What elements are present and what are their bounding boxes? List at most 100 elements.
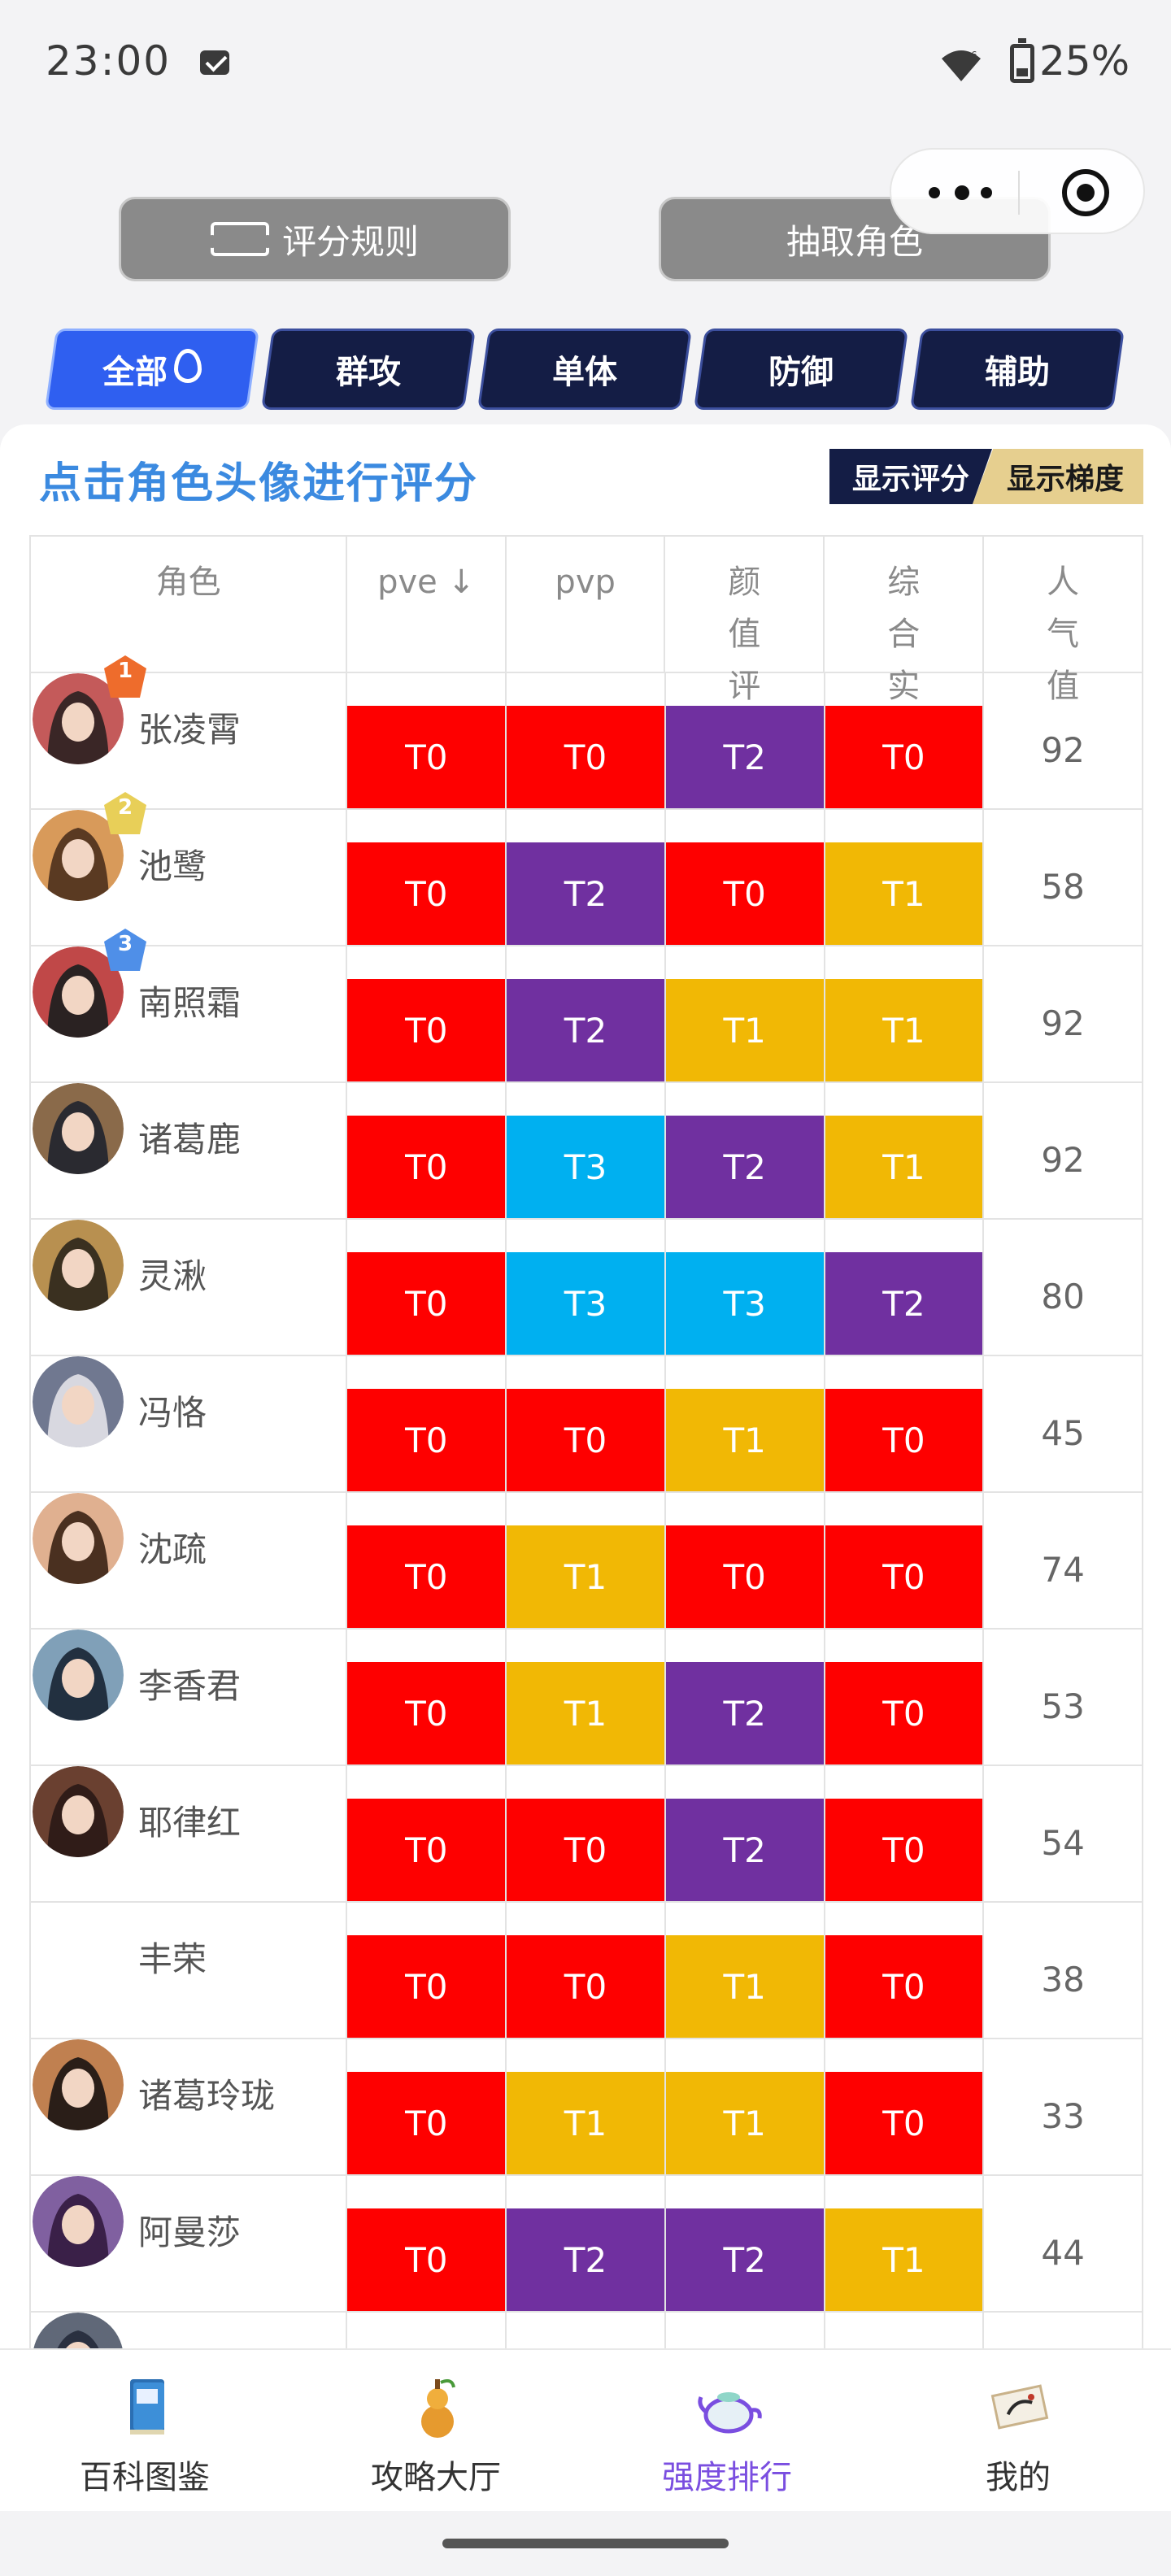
close-miniprogram-icon[interactable] bbox=[1062, 169, 1109, 216]
looks-cell: T2 bbox=[665, 1766, 825, 1903]
looks-cell: T0 bbox=[665, 1493, 825, 1630]
more-options-icon[interactable] bbox=[929, 185, 992, 200]
character-name: 诸葛鹿 bbox=[138, 1120, 242, 1160]
bottom-navigation: 百科图鉴 攻略大厅 强度排行 我的 bbox=[0, 2348, 1171, 2511]
table-row: 1 张凌霄 T0 T0 T2 T0 92 bbox=[31, 655, 1144, 810]
character-name: 冯恪 bbox=[138, 1393, 207, 1433]
role-cell: 诸葛玲珑 bbox=[31, 2039, 348, 2176]
tier-badge: T1 bbox=[825, 2208, 983, 2311]
strength-cell: T0 bbox=[825, 1493, 985, 1630]
pve-cell: T0 bbox=[347, 2176, 507, 2313]
nav-label: 强度排行 bbox=[662, 2459, 792, 2496]
pvp-cell: T0 bbox=[507, 1903, 666, 2039]
tier-badge: T0 bbox=[507, 1799, 664, 1901]
role-cell: 诸葛鹿 bbox=[31, 1083, 348, 1220]
strength-cell: T0 bbox=[825, 1903, 985, 2039]
header-popularity[interactable]: 人气值 bbox=[984, 537, 1143, 705]
tier-badge: T0 bbox=[347, 1935, 506, 2038]
show-tier-button[interactable]: 显示梯度 bbox=[973, 449, 1143, 504]
looks-cell: T1 bbox=[665, 1903, 825, 2039]
popularity-value: 92 bbox=[984, 673, 1144, 810]
tab-single-target[interactable]: 单体 bbox=[477, 329, 693, 410]
tier-badge: T1 bbox=[665, 2072, 824, 2174]
tier-badge: T0 bbox=[347, 1252, 506, 1355]
looks-cell: T1 bbox=[665, 2039, 825, 2176]
table-row: 阿曼莎 T0 T2 T2 T1 44 bbox=[31, 2176, 1144, 2313]
rank-number: 2 bbox=[117, 795, 133, 820]
tier-badge: T1 bbox=[665, 1935, 824, 2038]
pvp-cell: T2 bbox=[507, 810, 666, 946]
nav-strength-ranking[interactable]: 强度排行 bbox=[605, 2350, 849, 2513]
strength-cell: T1 bbox=[825, 1083, 985, 1220]
character-avatar[interactable] bbox=[33, 1356, 124, 1447]
capsule-divider bbox=[1018, 171, 1020, 215]
nav-profile[interactable]: 我的 bbox=[896, 2350, 1140, 2513]
looks-cell: T1 bbox=[665, 1356, 825, 1493]
nav-encyclopedia[interactable]: 百科图鉴 bbox=[23, 2350, 267, 2513]
ranking-table: 角色 pve ↓ pvp 颜值评分 综合实力 人气值 1张凌霄T0T0T2T09… bbox=[29, 535, 1144, 2360]
teapot-icon bbox=[698, 2392, 762, 2434]
role-cell: 灵湫 bbox=[31, 1220, 348, 1356]
tier-badge: T2 bbox=[507, 979, 664, 1081]
character-avatar[interactable] bbox=[33, 1493, 124, 1584]
show-score-label: 显示评分 bbox=[851, 463, 969, 496]
scoring-rules-button[interactable]: 评分规则 bbox=[119, 197, 511, 281]
tier-badge: T1 bbox=[507, 2072, 664, 2174]
looks-cell: T2 bbox=[665, 1630, 825, 1766]
tab-defense[interactable]: 防御 bbox=[693, 329, 909, 410]
table-row: 诸葛鹿 T0 T3 T2 T1 92 bbox=[31, 1083, 1144, 1220]
strength-cell: T1 bbox=[825, 946, 985, 1083]
header-looks[interactable]: 颜值评分 bbox=[665, 537, 825, 757]
home-indicator[interactable] bbox=[442, 2539, 729, 2548]
scroll-painting-icon bbox=[990, 2384, 1049, 2430]
popularity-value: 33 bbox=[984, 2039, 1144, 2176]
category-tabs: 全部 群攻 单体 防御 辅助 bbox=[44, 329, 1125, 413]
tier-badge: T0 bbox=[665, 842, 824, 945]
nav-guide-hall[interactable]: 攻略大厅 bbox=[314, 2350, 558, 2513]
character-avatar[interactable] bbox=[33, 1083, 124, 1174]
tier-badge: T1 bbox=[825, 979, 983, 1081]
tab-support[interactable]: 辅助 bbox=[909, 329, 1125, 410]
character-avatar[interactable] bbox=[33, 1220, 124, 1311]
looks-cell: T1 bbox=[665, 946, 825, 1083]
tier-badge: T0 bbox=[347, 706, 506, 808]
role-cell: 丰荣 bbox=[31, 1903, 348, 2039]
table-row: 沈疏 T0 T1 T0 T0 74 bbox=[31, 1493, 1144, 1630]
character-avatar[interactable] bbox=[33, 1766, 124, 1857]
popularity-value: 80 bbox=[984, 1220, 1144, 1356]
character-name: 李香君 bbox=[138, 1666, 242, 1706]
tab-label: 全部 bbox=[102, 354, 168, 391]
gourd-icon bbox=[421, 2379, 455, 2438]
tier-badge: T0 bbox=[507, 1935, 664, 2038]
show-score-button[interactable]: 显示评分 bbox=[829, 449, 992, 504]
card-title: 点击角色头像进行评分 bbox=[39, 459, 479, 508]
header-pvp[interactable]: pvp bbox=[506, 537, 666, 673]
tier-badge: T0 bbox=[347, 1799, 506, 1901]
pve-cell: T0 bbox=[347, 1766, 507, 1903]
popularity-value: 45 bbox=[984, 1356, 1144, 1493]
mail-notification-icon bbox=[200, 50, 229, 75]
character-name: 沈疏 bbox=[138, 1530, 207, 1569]
character-name: 张凌霄 bbox=[138, 710, 242, 750]
nav-label: 百科图鉴 bbox=[80, 2459, 210, 2496]
tab-aoe[interactable]: 群攻 bbox=[260, 329, 477, 410]
battery-icon bbox=[1010, 38, 1034, 83]
tier-badge: T0 bbox=[507, 1389, 664, 1491]
tier-badge: T2 bbox=[665, 2208, 824, 2311]
pve-cell: T0 bbox=[347, 1903, 507, 2039]
looks-cell: T3 bbox=[665, 1220, 825, 1356]
header-strength[interactable]: 综合实力 bbox=[825, 537, 985, 757]
role-cell: 李香君 bbox=[31, 1630, 348, 1766]
tier-badge: T1 bbox=[507, 1525, 664, 1628]
header-pve[interactable]: pve ↓ bbox=[347, 537, 507, 673]
character-avatar[interactable] bbox=[33, 1630, 124, 1721]
wifi-icon: 6 bbox=[942, 50, 981, 81]
tab-all[interactable]: 全部 bbox=[44, 329, 260, 410]
character-name: 池鹭 bbox=[138, 846, 207, 886]
character-avatar[interactable] bbox=[33, 2176, 124, 2267]
character-avatar[interactable] bbox=[33, 2039, 124, 2130]
looks-cell: T2 bbox=[665, 2176, 825, 2313]
pve-cell: T0 bbox=[347, 1356, 507, 1493]
rank-badge: 1 bbox=[102, 654, 148, 699]
ticket-icon bbox=[207, 222, 272, 256]
